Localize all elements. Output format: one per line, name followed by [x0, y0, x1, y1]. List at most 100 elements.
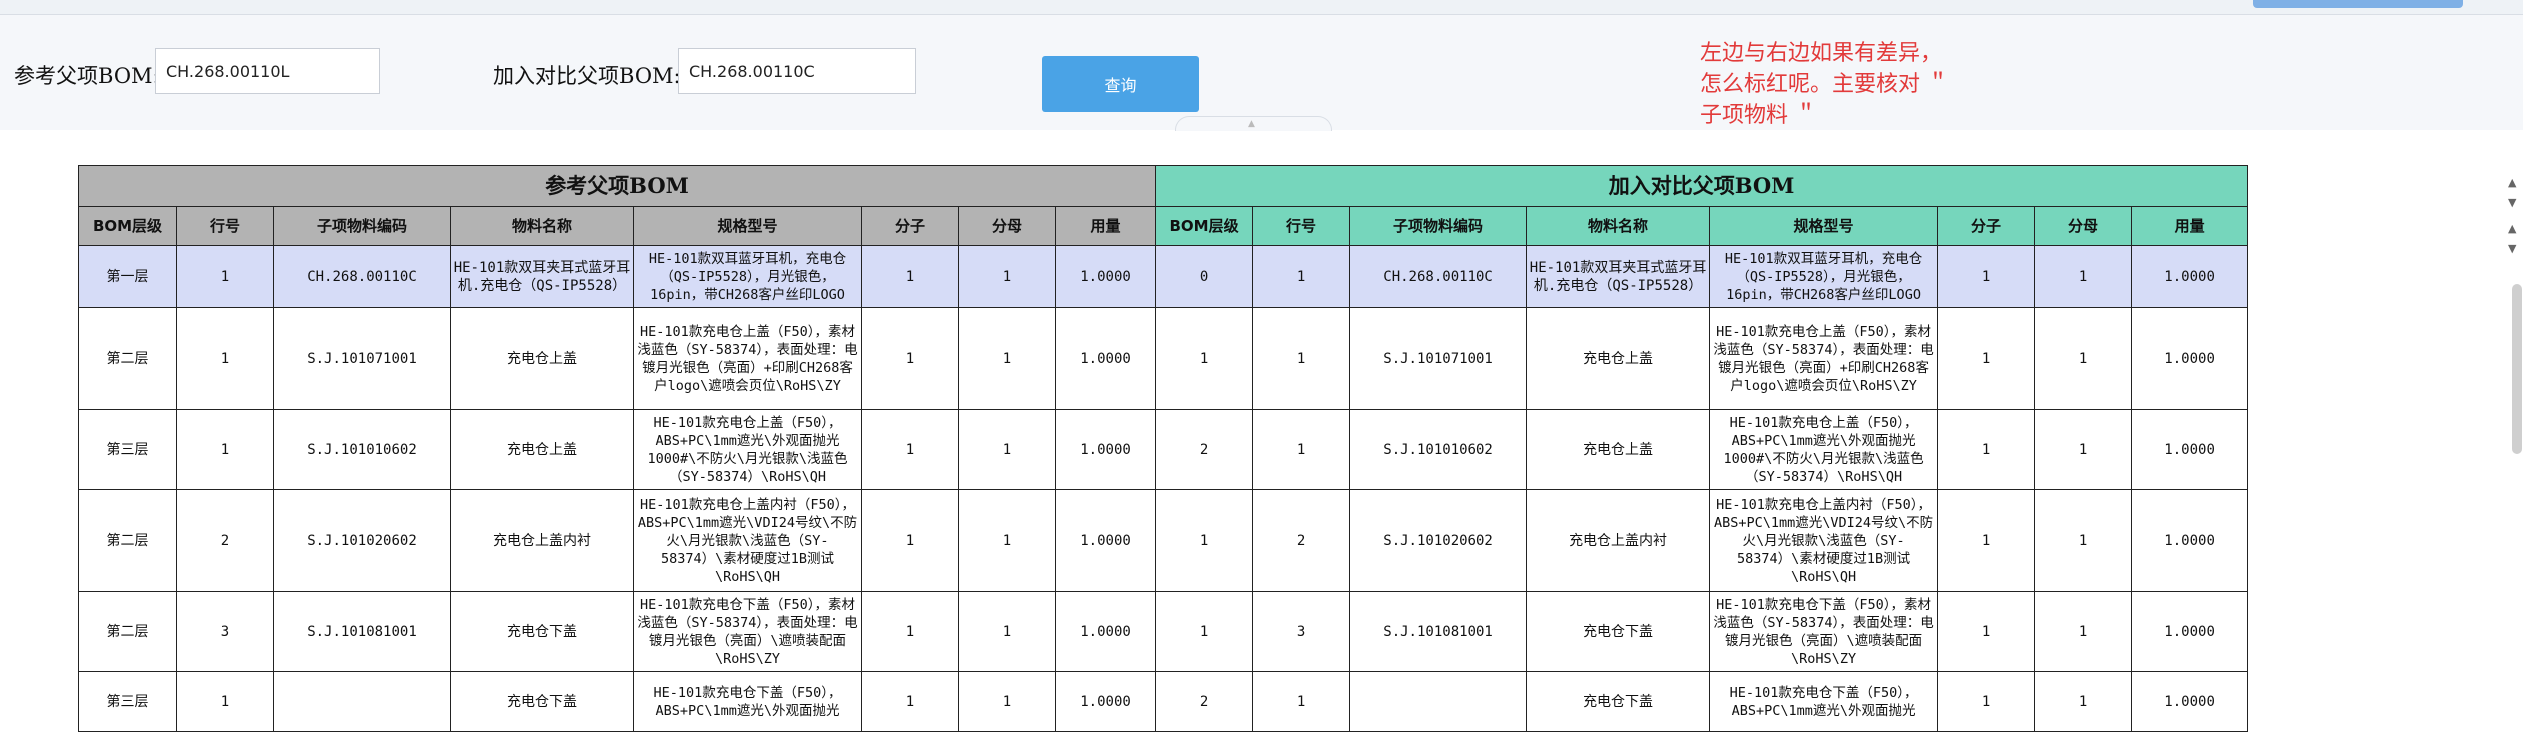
col-header[interactable]: 物料名称 — [450, 206, 634, 246]
table-cell: 充电仓上盖 — [1526, 307, 1711, 410]
col-header[interactable]: 子项物料编码 — [273, 206, 451, 246]
toolbar-button[interactable] — [2253, 0, 2463, 8]
chevron-up-icon: ▲ — [1248, 119, 1255, 129]
compare-bom-input[interactable] — [678, 48, 916, 94]
table-cell: 1 — [958, 409, 1056, 490]
table-cell: 1.0000 — [2131, 307, 2249, 410]
table-cell: 1 — [1252, 307, 1351, 410]
col-header[interactable]: 用量 — [1054, 206, 1157, 246]
table-cell: HE-101款充电仓上盖内衬（F50），ABS+PC\1mm遮光\VDI24号纹… — [1709, 489, 1939, 592]
table-cell: 充电仓上盖 — [1526, 409, 1711, 490]
table-cell: 1 — [1252, 245, 1351, 308]
table-cell: 3 — [1252, 591, 1351, 672]
table-cell: 2 — [1155, 671, 1254, 732]
table-cell: HE-101款双耳夹耳式蓝牙耳机.充电仓（QS-IP5528） — [450, 245, 634, 308]
table-cell: 1 — [1937, 671, 2036, 732]
table-cell: 充电仓下盖 — [450, 671, 634, 732]
table-cell: HE-101款充电仓上盖（F50），ABS+PC\1mm遮光\外观面抛光1000… — [633, 409, 862, 490]
col-header[interactable]: 行号 — [1252, 206, 1351, 246]
table-cell: 1 — [958, 307, 1056, 410]
table-cell: 1 — [861, 307, 959, 410]
table-row[interactable]: 第二层 2 S.J.101020602 充电仓上盖内衬 HE-101款充电仓上盖内衬（F… — [78, 489, 2249, 592]
col-header[interactable]: 分母 — [958, 206, 1056, 246]
table-cell: 1 — [2034, 409, 2133, 490]
col-header[interactable]: 分子 — [1937, 206, 2036, 246]
table-cell: S.J.101010602 — [273, 409, 451, 490]
table-cell: HE-101款双耳夹耳式蓝牙耳机.充电仓（QS-IP5528） — [1526, 245, 1711, 308]
table-row[interactable]: 第二层 3 S.J.101081001 充电仓下盖 HE-101款充电仓下盖（F50），… — [78, 591, 2249, 672]
col-header[interactable]: 分母 — [2034, 206, 2133, 246]
scroll-thumb[interactable] — [2512, 284, 2522, 454]
table-cell: 1 — [1155, 591, 1254, 672]
table-cell: 充电仓上盖内衬 — [450, 489, 634, 592]
table-cell: 1 — [1937, 307, 2036, 410]
table-cell: CH.268.00110C — [273, 245, 451, 308]
scroll-down-icon[interactable]: ▼ — [2508, 242, 2516, 255]
table-cell: S.J.101020602 — [273, 489, 451, 592]
table-cell: 1 — [1155, 489, 1254, 592]
table-cell: HE-101款双耳蓝牙耳机，充电仓（QS-IP5528），月光银色，16pin，… — [1709, 245, 1939, 308]
table-cell: S.J.101071001 — [1349, 307, 1528, 410]
col-header[interactable]: BOM层级 — [1155, 206, 1254, 246]
col-header[interactable]: 规格型号 — [633, 206, 862, 246]
table-cell: 充电仓上盖内衬 — [1526, 489, 1711, 592]
table-cell: 1 — [958, 245, 1056, 308]
table-cell: 第二层 — [78, 489, 177, 592]
table-cell: 1.0000 — [1054, 591, 1157, 672]
col-header[interactable]: 子项物料编码 — [1349, 206, 1528, 246]
table-row[interactable]: 第三层 1 充电仓下盖 HE-101款充电仓下盖（F50），ABS+PC\1mm遮光\… — [78, 671, 2249, 732]
ref-bom-label: 参考父项BOM: — [14, 64, 160, 88]
table-cell: 第二层 — [78, 591, 177, 672]
table-cell: 1 — [2034, 307, 2133, 410]
table-cell: S.J.101081001 — [1349, 591, 1528, 672]
col-header[interactable]: 规格型号 — [1709, 206, 1939, 246]
table-cell: 1.0000 — [1054, 489, 1157, 592]
table-cell: 第三层 — [78, 409, 177, 490]
ref-bom-title: 参考父项BOM — [77, 165, 1157, 207]
table-cell — [273, 671, 451, 732]
table-cell: 1 — [2034, 489, 2133, 592]
table-cell: HE-101款充电仓下盖（F50），ABS+PC\1mm遮光\外观面抛光 — [633, 671, 862, 732]
ref-bom-input[interactable] — [155, 48, 380, 94]
col-header[interactable]: 行号 — [176, 206, 274, 246]
table-cell: S.J.101071001 — [273, 307, 451, 410]
table-cell: 1.0000 — [2131, 245, 2249, 308]
top-toolbar-strip — [0, 0, 2523, 15]
table-cell: HE-101款充电仓上盖（F50），素材浅蓝色（SY-58374），表面处理：电… — [1709, 307, 1939, 410]
table-cell: CH.268.00110C — [1349, 245, 1528, 308]
table-cell: 1 — [176, 409, 274, 490]
table-cell: HE-101款充电仓上盖（F50），ABS+PC\1mm遮光\外观面抛光1000… — [1709, 409, 1939, 490]
table-row[interactable]: 第三层 1 S.J.101010602 充电仓上盖 HE-101款充电仓上盖（F50），… — [78, 409, 2249, 490]
table-cell: 1 — [1937, 245, 2036, 308]
table-cell: 1 — [861, 489, 959, 592]
table-cell: 1 — [861, 409, 959, 490]
table-cell: 1 — [861, 671, 959, 732]
table-cell: 2 — [1252, 489, 1351, 592]
table-cell: 1 — [861, 245, 959, 308]
table-cell: 1 — [176, 245, 274, 308]
annotation-note: 左边与右边如果有差异，怎么标红呢。主要核对 ＂ 子项物料 ＂ — [1700, 41, 1949, 128]
scroll-down-icon[interactable]: ▼ — [2508, 196, 2516, 209]
table-cell: 第二层 — [78, 307, 177, 410]
col-header[interactable]: 物料名称 — [1526, 206, 1711, 246]
scroll-up-icon[interactable]: ▲ — [2508, 222, 2516, 235]
table-cell: 1 — [958, 489, 1056, 592]
table-cell: 1.0000 — [2131, 671, 2249, 732]
table-cell: 1 — [2034, 671, 2133, 732]
compare-bom-label: 加入对比父项BOM: — [493, 64, 681, 88]
table-row[interactable]: 第二层 1 S.J.101071001 充电仓上盖 HE-101款充电仓上盖（F50），… — [78, 307, 2249, 410]
table-cell: 充电仓上盖 — [450, 409, 634, 490]
compare-bom-title: 加入对比父项BOM — [1155, 165, 2249, 207]
col-header[interactable]: 分子 — [861, 206, 959, 246]
query-button[interactable]: 查询 — [1042, 56, 1199, 112]
table-cell: 充电仓上盖 — [450, 307, 634, 410]
table-cell: 1 — [1937, 591, 2036, 672]
table-cell: 1.0000 — [2131, 489, 2249, 592]
scroll-up-icon[interactable]: ▲ — [2508, 176, 2516, 189]
col-header[interactable]: 用量 — [2131, 206, 2249, 246]
table-cell: 1 — [176, 307, 274, 410]
table-row[interactable]: 第一层 1 CH.268.00110C HE-101款双耳夹耳式蓝牙耳机.充电仓（QS… — [78, 245, 2249, 308]
col-header[interactable]: BOM层级 — [78, 206, 177, 246]
bom-compare-table: 参考父项BOM 加入对比父项BOM BOM层级 行号 子项物料编码 物料名称 规… — [77, 165, 2249, 732]
table-cell: 1 — [1252, 409, 1351, 490]
